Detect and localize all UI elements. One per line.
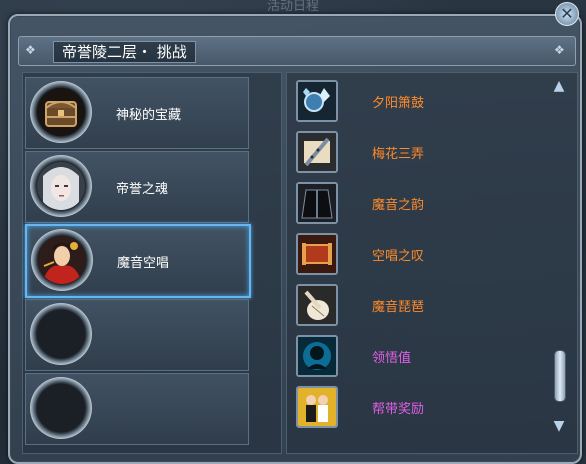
boss-slot-label: 神秘的宝藏 [116,108,182,123]
reward-item[interactable]: 夕阳箫鼓 [296,80,556,124]
reward-label: 魔音之韵 [372,198,425,213]
reward-item[interactable]: 领悟值 [296,335,556,379]
boss-slot-4[interactable] [25,299,249,371]
reward-label: 帮带奖励 [372,402,425,417]
scroll-down-arrow-icon[interactable]: ▼ [550,418,568,434]
boss-slot-5[interactable] [25,373,249,445]
close-button[interactable]: ✕ [555,2,579,26]
reward-item[interactable]: 帮带奖励 [296,386,556,430]
boss-slot-label: 魔音空唱 [117,256,170,271]
drum-crystals-icon [296,80,338,122]
reward-label: 梅花三弄 [372,147,425,162]
red-scroll-icon [296,233,338,275]
header-bar: ❖ 帝誉陵二层・ 挑战 ❖ [18,36,576,66]
portrait-frame [30,303,92,365]
reward-label: 空唱之叹 [372,249,425,264]
boss-slot-1[interactable]: 神秘的宝藏 [25,77,249,149]
blue-head-icon [296,335,338,377]
boss-slot-3[interactable]: 魔音空唱 [25,224,251,298]
reward-label: 魔音琵琶 [372,300,425,315]
flute-scroll-icon [296,131,338,173]
boss-slot-2[interactable]: 帝誉之魂 [25,151,249,223]
window-top-title: 活动日程 [266,0,319,14]
header-title: 帝誉陵二层・ 挑战 [53,41,196,63]
treasure-chest-icon [37,88,85,136]
scroll-up-arrow-icon[interactable]: ▲ [550,78,568,94]
boss-list-panel: 神秘的宝藏 帝誉之魂 魔音空唱 [22,72,282,454]
reward-label: 领悟值 [372,351,412,366]
scrollbar-thumb[interactable] [554,350,566,402]
header-right-ornament-icon: ❖ [554,43,565,57]
reward-item[interactable]: 空唱之叹 [296,233,556,277]
duo-portrait-icon [296,386,338,428]
reward-label: 夕阳箫鼓 [372,96,425,111]
red-dancer-icon [38,236,86,284]
boss-slot-label: 帝誉之魂 [116,182,169,197]
portrait-frame [30,377,92,439]
header-left-ornament-icon: ❖ [25,43,36,57]
reward-item[interactable]: 魔音琵琶 [296,284,556,328]
pipa-instrument-icon [296,284,338,326]
reward-item[interactable]: 梅花三弄 [296,131,556,175]
pale-spirit-icon [37,162,85,210]
dark-robe-icon [296,182,338,224]
reward-item[interactable]: 魔音之韵 [296,182,556,226]
